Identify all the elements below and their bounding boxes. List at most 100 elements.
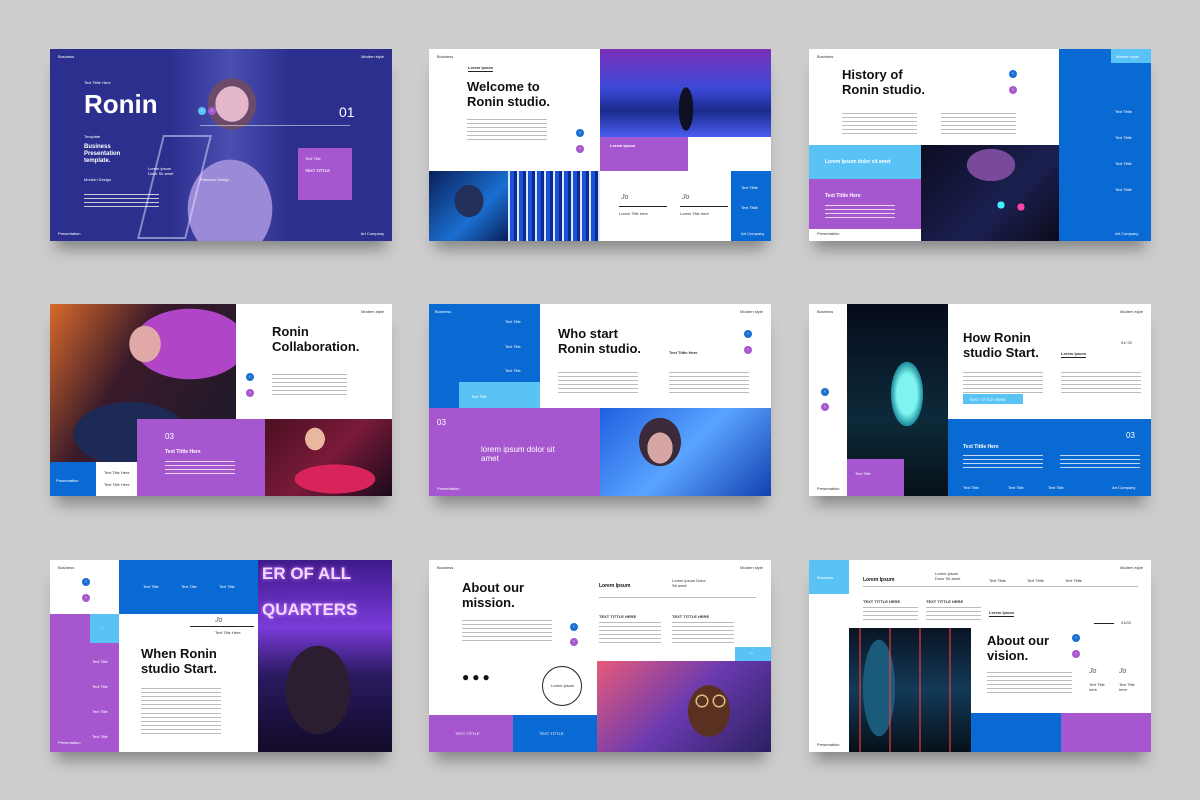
- slide-9-rule: [863, 586, 1138, 587]
- slide-9-top-item-1: Text Tittle: [989, 578, 1006, 583]
- slide-8-kicker: Lorem Ipsum: [599, 583, 631, 589]
- slide-4-prev-arrow-icon[interactable]: ‹: [246, 373, 254, 381]
- slide-3-next-arrow-icon[interactable]: ›: [1009, 86, 1017, 94]
- slide-7-jo: Jo: [215, 617, 223, 624]
- slide-2-col2: Lorem Title here: [680, 211, 709, 216]
- slide-7-neon-line1: ER OF ALL: [262, 564, 352, 583]
- slide-7-side-3: Text Title: [92, 709, 108, 714]
- slide-3-top-right-tag: Modern style: [1111, 49, 1151, 63]
- slide-7-prev-arrow-icon[interactable]: ‹: [82, 578, 90, 586]
- slide-1-title: Ronin: [84, 89, 158, 119]
- slide-8-title: About our mission.: [462, 580, 525, 610]
- slide-9-next-arrow-icon[interactable]: ›: [1072, 650, 1080, 658]
- slide-8-arrow-tab[interactable]: ←: [735, 647, 771, 661]
- slide-9-purple-foot: [1061, 713, 1151, 752]
- slide-2-prev-arrow-icon[interactable]: ‹: [576, 129, 584, 137]
- slide-2-side2: Text Tittle: [741, 205, 758, 210]
- slide-5-prev-arrow-icon[interactable]: ‹: [744, 330, 752, 338]
- slide-7-photo-neon-sign: ER OF ALL QUARTERS: [258, 560, 392, 752]
- slide-9-thumbnail[interactable]: Business Modern style Lorem Ipsum Lorem …: [809, 560, 1151, 752]
- slide-9-bottom-left: Presentation: [817, 742, 840, 747]
- slide-5-photo-woman-neon: [600, 408, 771, 496]
- slide-2-thumbnail[interactable]: Business Lorem Ipsum Welcome to Ronin st…: [429, 49, 771, 241]
- slide-9-prev-arrow-icon[interactable]: ‹: [1072, 634, 1080, 642]
- slide-1-next-arrow-icon[interactable]: ›: [208, 107, 216, 115]
- slide-2-kicker: Lorem Ipsum: [468, 65, 494, 72]
- slide-6-prev-arrow-icon[interactable]: ‹: [821, 388, 829, 396]
- slide-7-arrow-icon[interactable]: →: [100, 625, 104, 630]
- slide-3-body-text-2: [941, 113, 1016, 135]
- slide-8-thumbnail[interactable]: Business Modern style About our mission.…: [429, 560, 771, 752]
- slide-8-prev-arrow-icon[interactable]: ‹: [570, 623, 578, 631]
- slide-9-th2: TEXT TITTLE HERE: [926, 599, 964, 604]
- slide-4-blue-block: Presentation: [50, 462, 96, 496]
- slide-8-arrow-icon[interactable]: ←: [749, 650, 755, 656]
- slide-2-bottom-right: Art Company: [741, 231, 765, 236]
- slide-9-col1-body: [863, 607, 918, 621]
- slide-4-body-text: [272, 374, 347, 396]
- slide-3-thumbnail[interactable]: Business History of Ronin studio. ‹ › Mo…: [809, 49, 1151, 241]
- slide-1-thumbnail[interactable]: Business Modern style Text Tittle Here R…: [50, 49, 392, 241]
- slide-1-bottom-left: Presentation: [58, 231, 81, 236]
- slide-6-button[interactable]: TEXT TITTLE HERE: [963, 394, 1023, 404]
- slide-2-top-left: Business: [437, 54, 454, 59]
- slide-3-purple-bar: Text Tittle Here: [809, 179, 921, 229]
- slide-8-next-arrow-icon[interactable]: ›: [570, 638, 578, 646]
- slide-1-sub2: Business Presentation template.: [84, 144, 121, 164]
- slide-5-top-left: Business: [435, 309, 452, 314]
- slide-6-next-arrow-icon[interactable]: ›: [821, 403, 829, 411]
- slide-6-top-left: Business: [817, 309, 834, 314]
- slide-1-sub3: Modern Design: [84, 177, 112, 182]
- slide-5-title: Who start Ronin studio.: [558, 326, 642, 356]
- slide-6-blue-body-1: [963, 455, 1043, 469]
- slide-8-dots-icon: ●●●: [462, 670, 493, 684]
- slide-9-blue-foot: [971, 713, 1061, 752]
- slide-9-col2-body: [926, 607, 981, 621]
- slide-2-title: Welcome to Ronin studio.: [467, 79, 551, 109]
- slide-9-title: About our vision.: [987, 633, 1050, 663]
- slide-2-next-arrow-icon[interactable]: ›: [576, 145, 584, 153]
- slide-5-sky-label: Text Title: [471, 394, 487, 399]
- slide-6-foot-3: Text Title: [1048, 485, 1064, 490]
- slide-1-box-label2: TEXT TITTLE: [305, 168, 330, 173]
- slide-8-body-text: [462, 620, 552, 642]
- slide-2-rule1: [619, 206, 667, 207]
- slide-8-circle-label: Lorem Ipsum: [551, 683, 575, 688]
- slide-7-top-item-3: Text Title: [219, 584, 235, 589]
- slide-3-photo-dj: [921, 145, 1059, 241]
- slide-6-thumbnail[interactable]: Business Modern style ‹ › How Ronin stud…: [809, 304, 1151, 496]
- slide-4-thumbnail[interactable]: Modern style Ronin Collaboration. ‹ › 03…: [50, 304, 392, 496]
- slide-7-jo-label: Text Title Here: [215, 630, 241, 635]
- slide-5-bottom-left: Presentation: [437, 486, 460, 491]
- slide-7-next-arrow-icon[interactable]: ›: [82, 594, 90, 602]
- slide-7-top-left: Business: [58, 565, 75, 570]
- slide-8-blue-foot: TEXT TITTLE: [513, 715, 597, 752]
- slide-1-body-text: [84, 194, 159, 208]
- slide-5-number: 03: [437, 418, 446, 427]
- slide-6-blue-body-2: [1060, 455, 1140, 469]
- slide-9-sky-tag: Business: [809, 560, 849, 594]
- slide-5-next-arrow-icon[interactable]: ›: [744, 346, 752, 354]
- slide-7-body-text-2: [141, 713, 221, 735]
- slide-2-side1: Text Tittle: [741, 185, 758, 190]
- slide-6-bottom-left: Presentation: [817, 486, 840, 491]
- slide-4-next-arrow-icon[interactable]: ›: [246, 389, 254, 397]
- slide-5-thumbnail[interactable]: Business Text Title Text Title Text Titl…: [429, 304, 771, 496]
- slide-8-th2: TEXT TITTLE HERE: [672, 614, 710, 619]
- slide-6-title: How Ronin studio Start.: [963, 330, 1039, 360]
- slide-7-sky-square[interactable]: →: [90, 614, 119, 643]
- slide-5-body-text-1: [558, 372, 638, 394]
- slide-9-kicker3: Lorem Ipsum: [989, 610, 1015, 617]
- slide-3-top-right: Modern style: [1116, 54, 1139, 59]
- slide-3-item-2: Text Tittle: [1115, 135, 1132, 140]
- slide-8-col-title: Lorem ipsum Dolor Sit amet: [672, 578, 706, 588]
- slide-1-bottom-right: Art Company: [360, 231, 384, 236]
- slide-3-prev-arrow-icon[interactable]: ‹: [1009, 70, 1017, 78]
- slide-7-thumbnail[interactable]: Business ‹ › Text Title Text Title Text …: [50, 560, 392, 752]
- slide-5-item-2: Text Title: [505, 344, 521, 349]
- slide-4-box2: Text Title Here: [104, 482, 130, 487]
- slide-1-prev-arrow-icon[interactable]: ‹: [198, 107, 206, 115]
- slide-6-blue-title: Text Tittle Here: [963, 444, 999, 450]
- slide-2-jo2: Jo: [682, 194, 690, 201]
- slide-2-photo-lights: [508, 171, 600, 241]
